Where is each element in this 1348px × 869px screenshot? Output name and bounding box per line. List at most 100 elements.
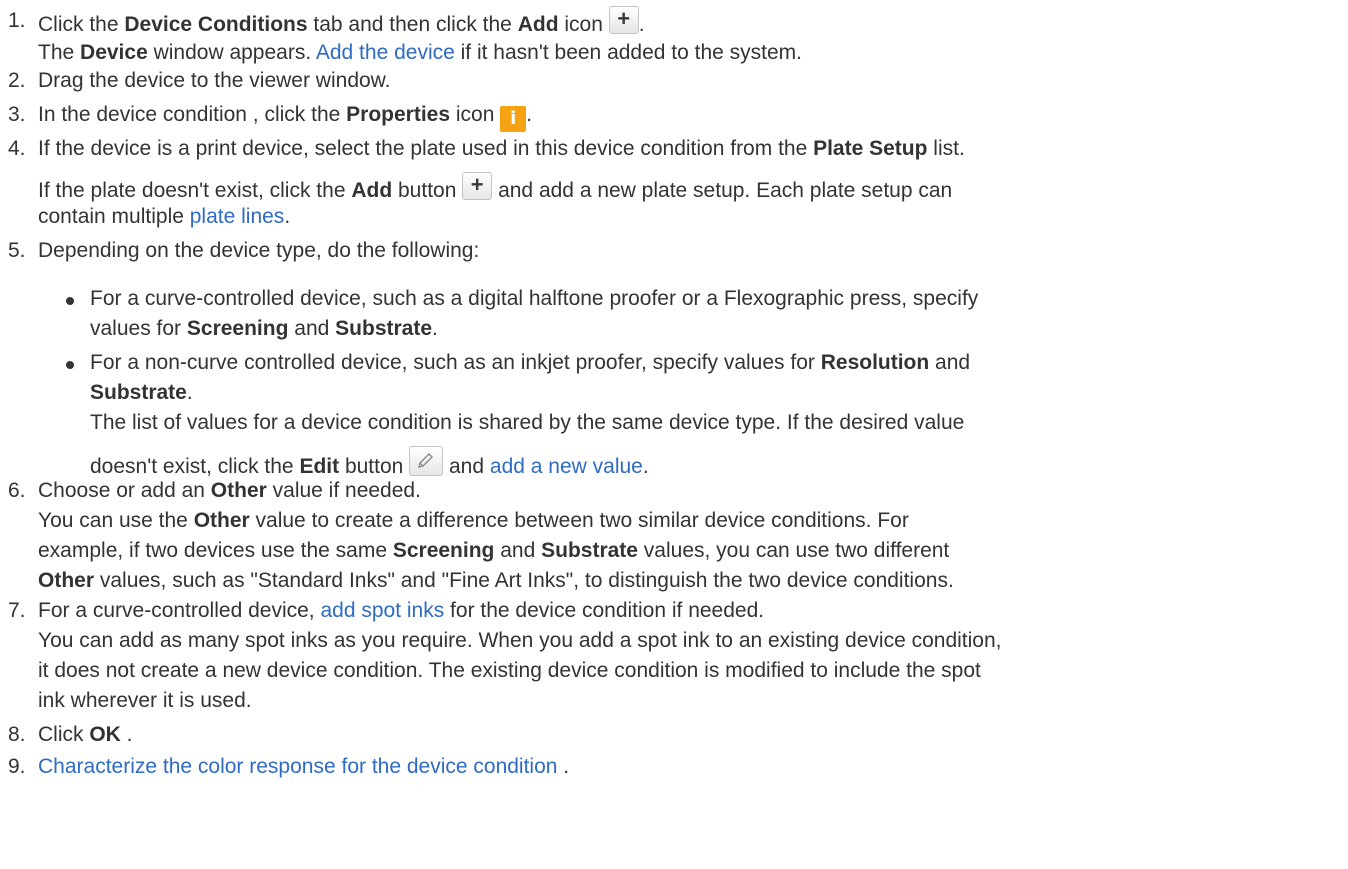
ui-term: Substrate <box>90 381 187 404</box>
bullet-text: Substrate. <box>90 378 1340 408</box>
ui-term: Add <box>517 13 559 36</box>
bullet-text: values for Screening and Substrate. <box>90 314 1340 344</box>
text: and <box>929 351 971 374</box>
step-text: Drag the device to the viewer window. <box>38 69 391 92</box>
ui-term: Substrate <box>541 539 638 562</box>
bullet-icon <box>66 361 74 369</box>
bullet-icon <box>66 297 74 305</box>
text: list. <box>927 137 965 160</box>
step-text: ink wherever it is used. <box>38 689 252 712</box>
text: doesn't exist, click the <box>90 455 300 478</box>
add-new-value-link[interactable]: add a new value <box>490 455 643 478</box>
bullet-text: For a non-curve controlled device, such … <box>90 348 1340 378</box>
step-number: 9. <box>8 755 26 778</box>
step-text: If the plate doesn't exist, click the Ad… <box>38 172 1338 206</box>
text: Click <box>38 723 90 746</box>
text: In the device condition , click the <box>38 103 347 126</box>
text: The <box>38 41 81 64</box>
ui-term: Device <box>80 41 148 64</box>
text: contain multiple <box>38 205 190 228</box>
text: . <box>557 755 570 778</box>
text: . <box>186 381 193 404</box>
ui-term: Other <box>210 479 267 502</box>
ui-term: Other <box>193 509 250 532</box>
plus-icon: + <box>608 6 639 34</box>
step-text: In the device condition , click the Prop… <box>38 100 1338 132</box>
step-text: You can use the Other value to create a … <box>38 506 1338 536</box>
text: values, such as "Standard Inks" and "Fin… <box>94 569 954 592</box>
characterize-color-response-link[interactable]: Characterize the color response for the … <box>38 755 557 778</box>
text: If the device is a print device, select … <box>38 137 814 160</box>
text: values for <box>90 317 187 340</box>
text: icon <box>558 13 609 36</box>
step-number: 2. <box>8 69 26 92</box>
ui-term: Other <box>38 569 95 592</box>
ui-term: Device Conditions <box>124 13 308 36</box>
ui-term: Add <box>351 179 393 202</box>
ui-term: Resolution <box>820 351 930 374</box>
step-number: 8. <box>8 723 26 746</box>
text: button <box>339 455 410 478</box>
text: and add a new plate setup. Each plate se… <box>492 179 953 202</box>
step-text: Click the Device Conditions tab and then… <box>38 6 1338 40</box>
ui-term: Properties <box>346 103 451 126</box>
instructions-list: 1. Click the Device Conditions tab and t… <box>0 0 1348 869</box>
step-number: 4. <box>8 137 26 160</box>
step-text: You can add as many spot inks as you req… <box>38 629 1002 652</box>
text: . <box>120 723 133 746</box>
text: and <box>288 317 336 340</box>
pencil-icon <box>409 446 444 476</box>
plus-icon: + <box>462 172 493 200</box>
text: For a curve-controlled device, <box>38 599 321 622</box>
bullet-text: The list of values for a device conditio… <box>90 411 965 434</box>
step-text: Characterize the color response for the … <box>38 752 1338 782</box>
add-device-link[interactable]: Add the device <box>316 41 455 64</box>
text: For a non-curve controlled device, such … <box>90 351 821 374</box>
text: Click the <box>38 13 125 36</box>
ui-term: OK <box>89 723 121 746</box>
step-text: The Device window appears. Add the devic… <box>38 38 1338 68</box>
text: button <box>392 179 463 202</box>
step-text: For a curve-controlled device, add spot … <box>38 596 1338 626</box>
text: icon <box>450 103 501 126</box>
step-text: contain multiple plate lines. <box>38 202 1338 232</box>
text: if it hasn't been added to the system. <box>454 41 803 64</box>
step-number: 3. <box>8 103 26 126</box>
text: and <box>494 539 542 562</box>
bullet-text: For a curve-controlled device, such as a… <box>90 287 979 310</box>
text: window appears. <box>147 41 316 64</box>
text: . <box>284 205 291 228</box>
step-text: Depending on the device type, do the fol… <box>38 239 480 262</box>
step-text: Other values, such as "Standard Inks" an… <box>38 566 1338 596</box>
text: Choose or add an <box>38 479 211 502</box>
text: You can use the <box>38 509 194 532</box>
ui-term: Edit <box>299 455 340 478</box>
ui-term: Plate Setup <box>813 137 928 160</box>
step-number: 5. <box>8 239 26 262</box>
add-spot-inks-link[interactable]: add spot inks <box>320 599 444 622</box>
step-text: it does not create a new device conditio… <box>38 659 981 682</box>
text: example, if two devices use the same <box>38 539 393 562</box>
plate-lines-link[interactable]: plate lines <box>190 205 285 228</box>
text: for the device condition if needed. <box>444 599 765 622</box>
text: value if needed. <box>266 479 421 502</box>
text: If the plate doesn't exist, click the <box>38 179 352 202</box>
step-number: 7. <box>8 599 26 622</box>
text: tab and then click the <box>307 13 518 36</box>
text: . <box>638 13 645 36</box>
step-number: 1. <box>8 9 26 32</box>
step-text: example, if two devices use the same Scr… <box>38 536 1338 566</box>
text: values, you can use two different <box>637 539 950 562</box>
step-text: Click OK . <box>38 720 1338 750</box>
text: and <box>443 455 490 478</box>
step-text: Choose or add an Other value if needed. <box>38 476 1338 506</box>
text: value to create a difference between two… <box>249 509 909 532</box>
step-text: If the device is a print device, select … <box>38 134 1338 164</box>
ui-term: Screening <box>186 317 289 340</box>
info-icon: i <box>500 106 527 132</box>
step-number: 6. <box>8 479 26 502</box>
text: . <box>526 103 533 126</box>
ui-term: Screening <box>392 539 495 562</box>
ui-term: Substrate <box>335 317 433 340</box>
text: . <box>642 455 649 478</box>
